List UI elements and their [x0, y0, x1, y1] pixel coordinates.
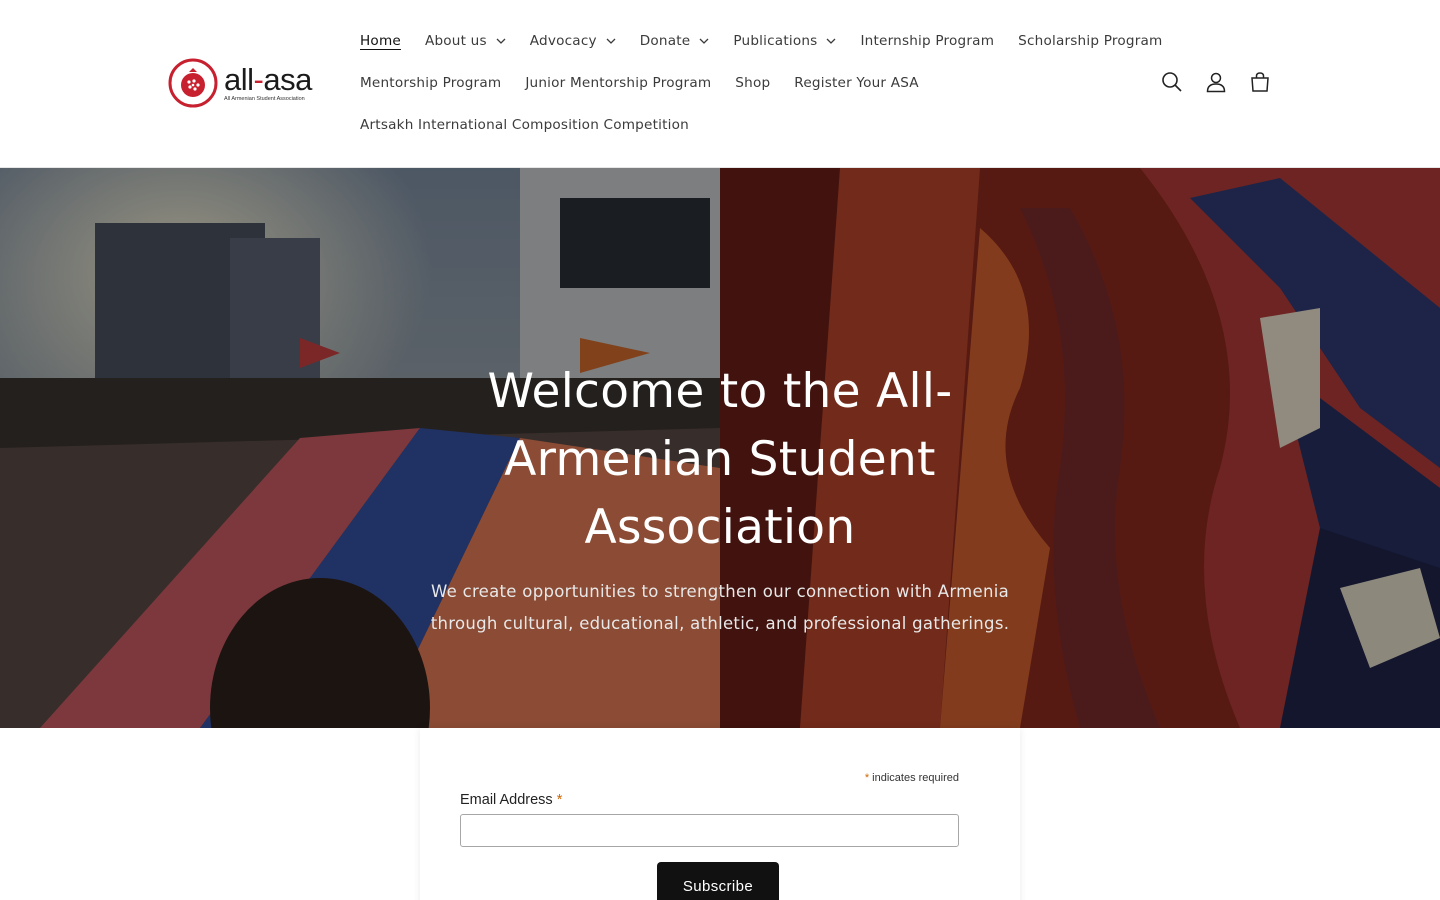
nav-item-register-your-asa[interactable]: Register Your ASA — [782, 62, 931, 104]
subscribe-button[interactable]: Subscribe — [657, 862, 779, 900]
chevron-down-icon — [606, 38, 616, 44]
search-button[interactable] — [1150, 60, 1194, 104]
required-asterisk: * — [556, 792, 563, 808]
pomegranate-logo-icon — [168, 58, 218, 108]
nav-item-publications[interactable]: Publications — [721, 20, 848, 62]
nav-item-junior-mentorship-program[interactable]: Junior Mentorship Program — [513, 62, 723, 104]
nav-item-internship-program[interactable]: Internship Program — [848, 20, 1006, 62]
nav-item-home[interactable]: Home — [348, 20, 413, 62]
hero-subtitle: We create opportunities to strengthen ou… — [430, 582, 1010, 633]
cart-icon — [1251, 72, 1269, 92]
nav-item-about-us[interactable]: About us — [413, 20, 518, 62]
site-header: all-asa All Armenian Student Association… — [0, 0, 1440, 168]
nav-item-shop[interactable]: Shop — [723, 62, 782, 104]
search-icon — [1162, 72, 1182, 92]
cart-button[interactable] — [1238, 60, 1282, 104]
hero-content: Welcome to the All-Armenian Student Asso… — [420, 358, 1020, 640]
email-label: Email Address * — [460, 792, 563, 808]
logo-tagline: All Armenian Student Association — [224, 95, 305, 102]
chevron-down-icon — [496, 38, 506, 44]
nav-item-scholarship-program[interactable]: Scholarship Program — [1006, 20, 1174, 62]
site-logo[interactable]: all-asa All Armenian Student Association — [168, 56, 324, 110]
logo-wordmark: all-asa — [224, 61, 312, 97]
nav-item-mentorship-program[interactable]: Mentorship Program — [348, 62, 513, 104]
account-icon — [1206, 72, 1226, 93]
nav-row-2: Mentorship Program Junior Mentorship Pro… — [348, 62, 1138, 104]
nav-row-3: Artsakh International Composition Compet… — [348, 104, 1138, 146]
hero-title: Welcome to the All-Armenian Student Asso… — [487, 364, 953, 555]
main-nav: Home About us Advocacy Donate Publicatio… — [348, 20, 1162, 146]
nav-item-advocacy[interactable]: Advocacy — [518, 20, 628, 62]
newsletter-signup: * indicates required Email Address * Sub… — [420, 728, 1020, 900]
nav-item-donate[interactable]: Donate — [628, 20, 722, 62]
chevron-down-icon — [827, 38, 836, 44]
chevron-down-icon — [699, 38, 709, 44]
logo-text: all-asa All Armenian Student Association — [224, 61, 312, 102]
nav-row-1: Home About us Advocacy Donate Publicatio… — [348, 20, 1162, 62]
email-input[interactable] — [460, 814, 959, 847]
nav-item-artsakh-competition[interactable]: Artsakh International Composition Compet… — [348, 104, 701, 146]
required-asterisk: * — [864, 772, 870, 784]
account-button[interactable] — [1194, 60, 1238, 104]
hero-banner: Welcome to the All-Armenian Student Asso… — [0, 168, 1440, 728]
header-icons — [1150, 60, 1282, 104]
required-note: * indicates required — [864, 772, 959, 784]
